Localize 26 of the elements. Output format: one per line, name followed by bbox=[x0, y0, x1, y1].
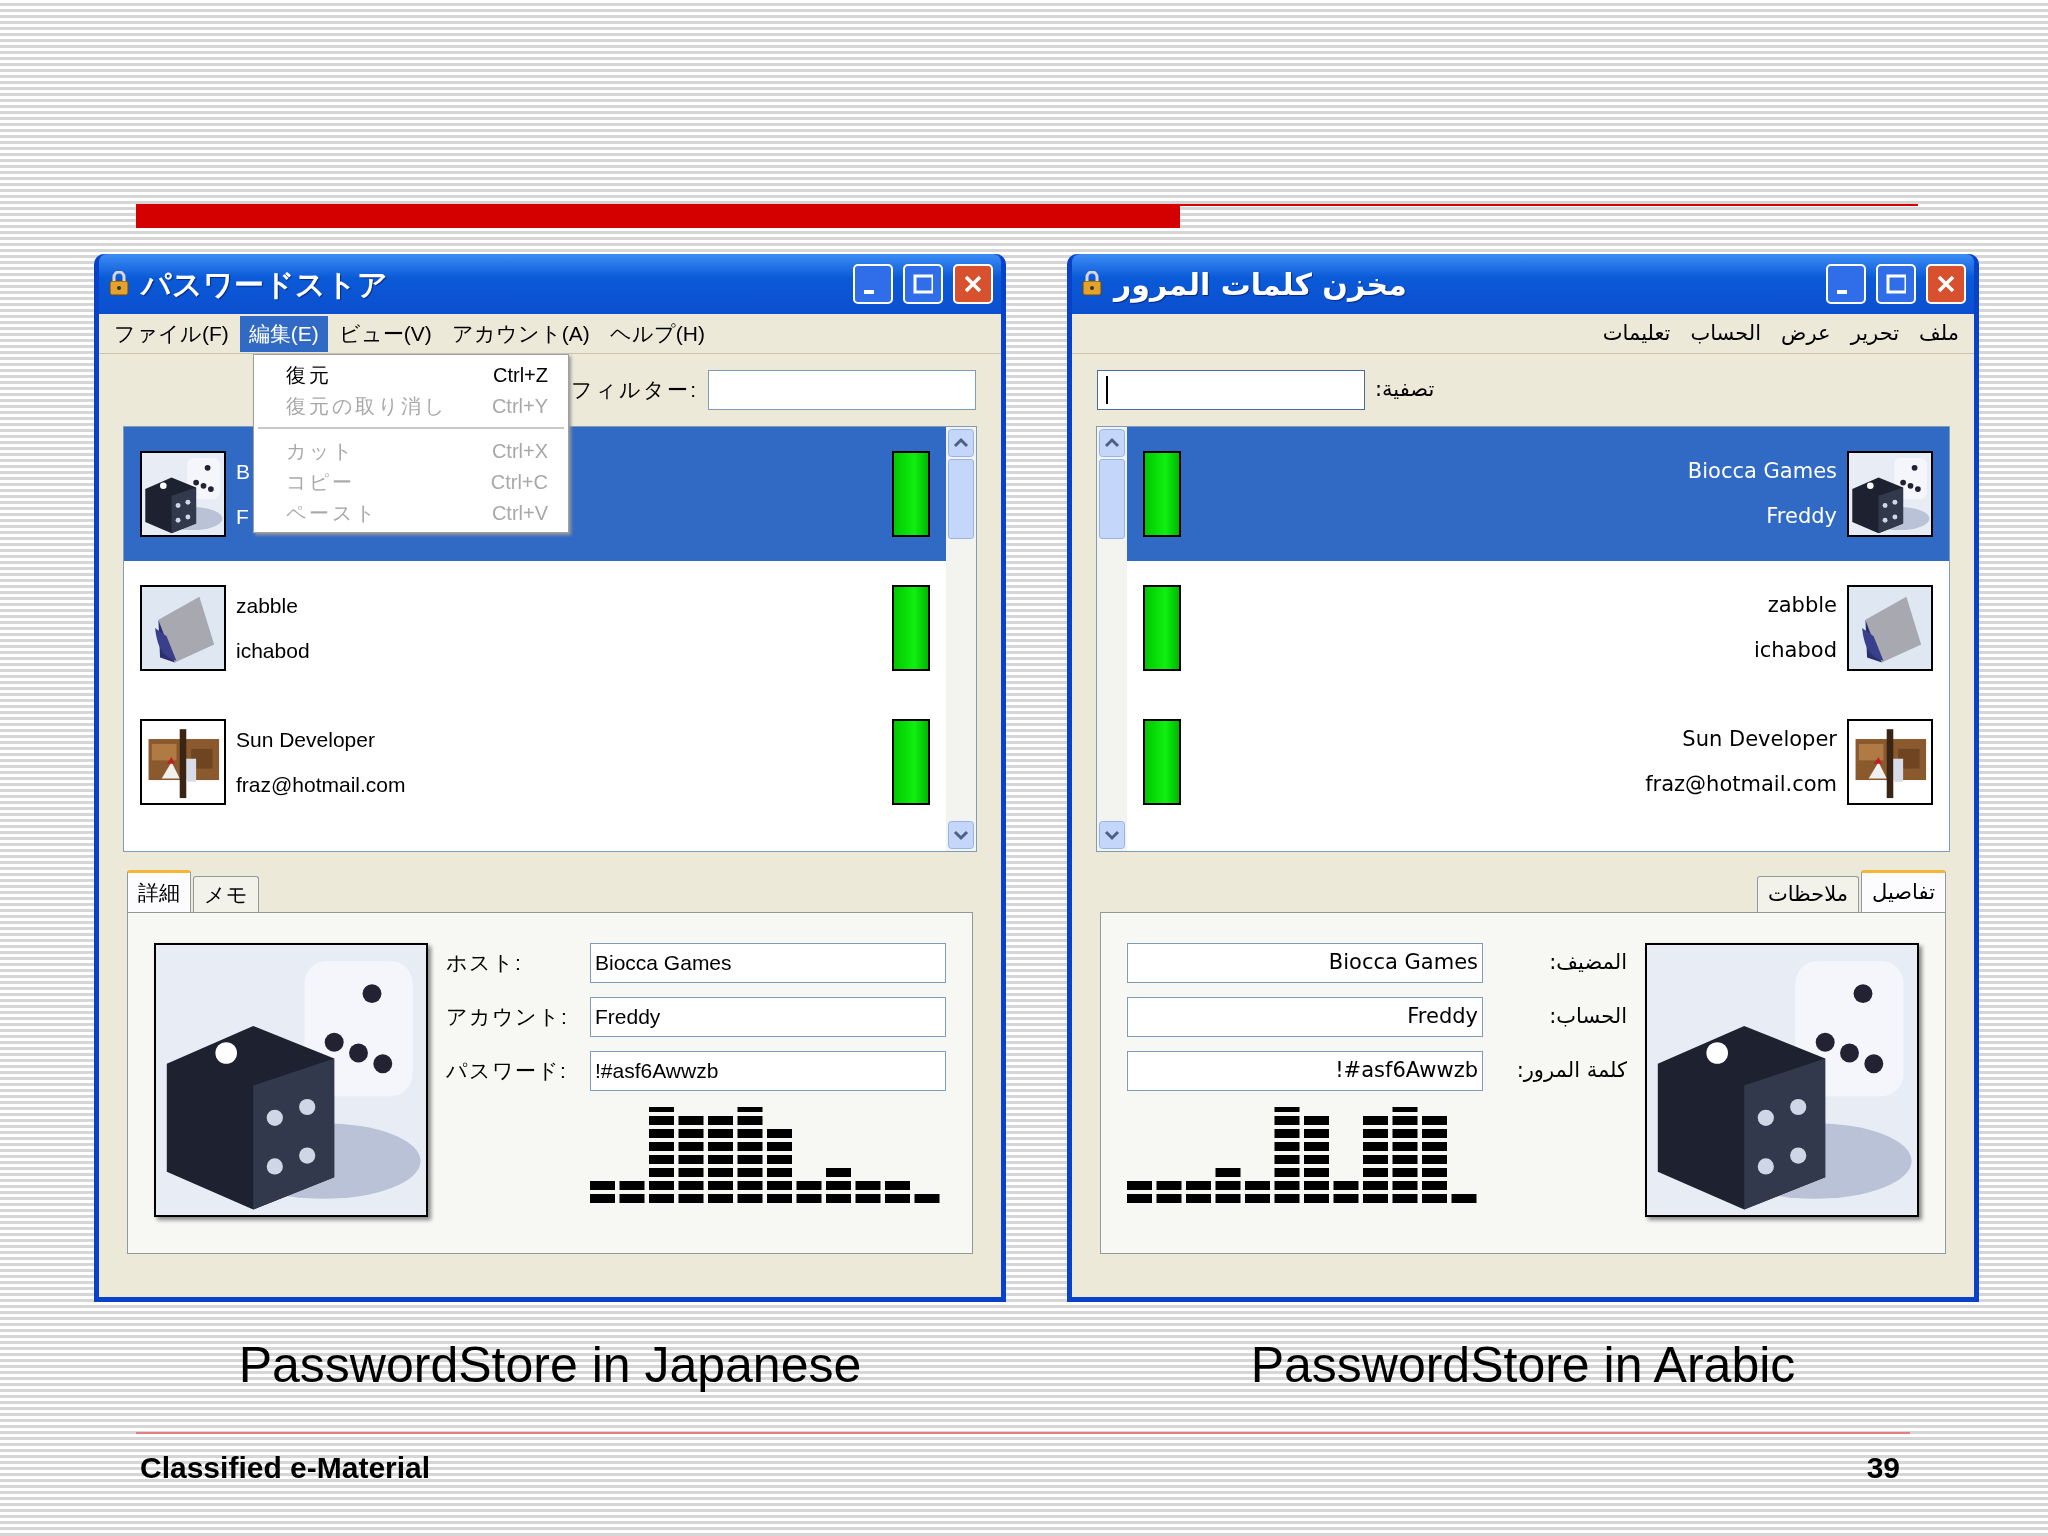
account-text: ichabod bbox=[1753, 637, 1837, 664]
account-text: ichabod bbox=[236, 638, 310, 664]
caption: PasswordStore in Japanese bbox=[238, 1336, 862, 1395]
field-label: パスワード: bbox=[446, 1058, 568, 1085]
host-text: zabble bbox=[1767, 591, 1837, 619]
host-text: B bbox=[236, 458, 250, 485]
window-title: مخزن كلمات المرور bbox=[1114, 265, 1408, 305]
caption: PasswordStore in Arabic bbox=[1250, 1336, 1796, 1395]
account-text: fraz@hotmail.com bbox=[1645, 771, 1837, 798]
host-text: zabble bbox=[236, 592, 298, 619]
field-label: アカウント: bbox=[446, 1004, 569, 1031]
field-label: الحساب: bbox=[1548, 1003, 1627, 1031]
filter-label: تصفية: bbox=[1375, 376, 1435, 404]
field-label: كلمة المرور: bbox=[1515, 1057, 1627, 1085]
filter-label: フィルター: bbox=[571, 377, 698, 404]
host-text: Sun Developer bbox=[1682, 725, 1837, 753]
host-text: Sun Developer bbox=[236, 726, 375, 753]
window-title: パスワードストア bbox=[141, 265, 389, 304]
footer-text: Classified e-Material bbox=[140, 1450, 431, 1486]
field-label: ホスト: bbox=[446, 950, 523, 977]
host-text: Biocca Games bbox=[1687, 457, 1837, 485]
field-label: المضيف: bbox=[1548, 949, 1627, 977]
account-text: Freddy bbox=[1766, 503, 1837, 530]
account-text: fraz@hotmail.com bbox=[236, 772, 406, 798]
account-text: F bbox=[236, 504, 249, 530]
page-number: 39 bbox=[1866, 1450, 1900, 1486]
